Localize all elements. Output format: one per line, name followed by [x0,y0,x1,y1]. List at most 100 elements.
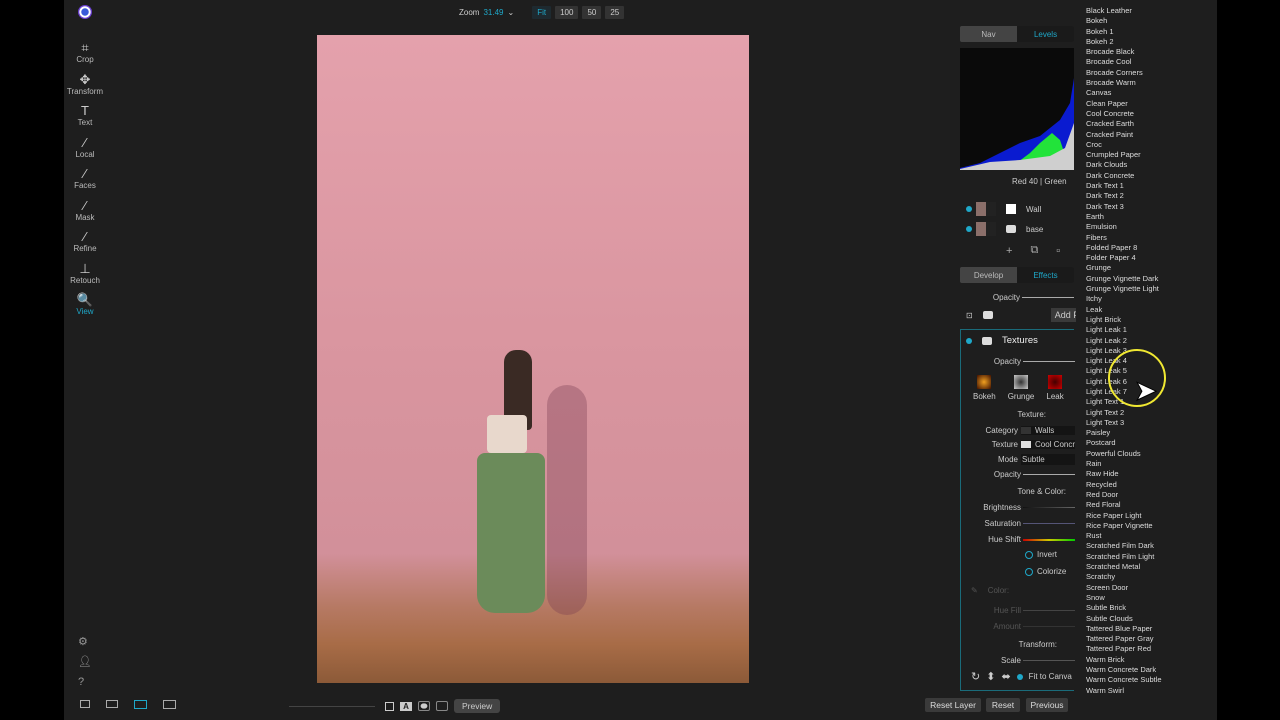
eyedropper-icon[interactable]: ✎ [971,586,978,595]
chevron-down-icon[interactable]: ⌄ [507,8,514,17]
textures-opacity-slider[interactable] [1023,361,1075,362]
compare-icon[interactable] [436,701,448,711]
dropdown-item[interactable]: Itchy [1076,294,1176,304]
single-panel-icon[interactable] [80,700,90,708]
app-logo[interactable] [78,5,92,19]
dropdown-item[interactable]: Leak [1076,305,1176,315]
texture-select[interactable]: Cool Concr [1021,440,1075,449]
dropdown-item[interactable]: Earth [1076,212,1176,222]
scale-slider[interactable] [1023,660,1075,661]
dropdown-item[interactable]: Recycled [1076,480,1176,490]
dropdown-item[interactable]: Canvas [1076,88,1176,98]
flip-horizontal-icon[interactable]: ⬌ [1001,670,1010,683]
tool-mask[interactable]: ⁄ Mask [64,198,106,222]
layer-visibility-toggle[interactable] [966,226,972,232]
flip-vertical-icon[interactable]: ⬍ [986,670,995,683]
dropdown-item[interactable]: Snow [1076,593,1176,603]
zoom-100-button[interactable]: 100 [555,5,579,19]
dropdown-item[interactable]: Cracked Earth [1076,119,1176,129]
dropdown-item[interactable]: Light Brick [1076,315,1176,325]
dropdown-item[interactable]: Paisley [1076,428,1176,438]
tool-transform[interactable]: ✥ Transform [64,72,106,96]
tool-retouch[interactable]: ⊥ Retouch [64,261,106,285]
add-layer-icon[interactable]: + [1006,245,1012,257]
amount-slider[interactable] [1023,626,1075,627]
rotate-icon[interactable]: ↻ [971,670,980,683]
dropdown-item[interactable]: Brocade Corners [1076,68,1176,78]
photo-canvas[interactable] [317,35,749,683]
filmstrip-icon[interactable] [106,700,118,708]
tab-nav[interactable]: Nav [960,26,1017,42]
dropdown-item[interactable]: Brocade Warm [1076,78,1176,88]
dropdown-item[interactable]: Warm Concrete Dark [1076,665,1176,675]
dropdown-item[interactable]: Brocade Cool [1076,57,1176,67]
tool-faces[interactable]: ⁄ Faces [64,167,106,191]
filter-enable-toggle[interactable] [966,337,972,344]
dropdown-item[interactable]: Warm Concrete Subtle [1076,675,1176,685]
dropdown-item[interactable]: Folded Paper 8 [1076,243,1176,253]
dropdown-item[interactable]: Scratched Film Light [1076,552,1176,562]
mask-icon[interactable] [982,311,993,319]
dropdown-item[interactable]: Rain [1076,459,1176,469]
tool-crop[interactable]: ⌗ Crop [64,41,106,65]
tab-levels[interactable]: Levels [1017,26,1074,42]
dropdown-item[interactable]: Folder Paper 4 [1076,253,1176,263]
dropdown-item[interactable]: Screen Door [1076,583,1176,593]
grid-view-icon[interactable] [134,700,147,709]
duplicate-layer-icon[interactable]: ⧉ [1030,244,1038,257]
invert-toggle[interactable]: Invert [1025,550,1057,559]
dropdown-item[interactable]: Cracked Paint [1076,130,1176,140]
dropdown-item[interactable]: Dark Text 2 [1076,191,1176,201]
dropdown-item[interactable]: Light Text 2 [1076,408,1176,418]
dropdown-item[interactable]: Postcard [1076,438,1176,448]
extensions-icon[interactable]: ⚙ [78,632,92,652]
tool-text[interactable]: T Text [64,104,106,128]
tab-develop[interactable]: Develop [960,267,1017,283]
zoom-25-button[interactable]: 25 [605,5,625,19]
dropdown-item[interactable]: Subtle Brick [1076,603,1176,613]
dropdown-item[interactable]: Rust [1076,531,1176,541]
layer-visibility-toggle[interactable] [966,206,972,212]
dropdown-item[interactable]: Dark Text 1 [1076,181,1176,191]
tool-view[interactable]: 🔍 View [64,293,106,317]
dropdown-item[interactable]: Light Text 3 [1076,418,1176,428]
dropdown-item[interactable]: Red Floral [1076,500,1176,510]
preset-grunge[interactable]: Grunge [1008,375,1034,401]
tool-refine[interactable]: ⁄ Refine [64,230,106,254]
preset-bokeh[interactable]: Bokeh [973,375,996,401]
dropdown-item[interactable]: Subtle Clouds [1076,614,1176,624]
square-icon[interactable] [385,701,394,711]
texture-opacity-slider[interactable] [1023,474,1075,475]
category-select[interactable]: Walls [1021,426,1075,435]
textures-header[interactable]: Textures [966,335,1038,346]
fit-to-canvas-toggle[interactable] [1016,673,1023,680]
brightness-slider[interactable] [1023,507,1075,508]
dropdown-item[interactable]: Crumpled Paper [1076,150,1176,160]
account-icon[interactable]: 👤︎ [78,652,92,672]
dropdown-item[interactable]: Rice Paper Light [1076,511,1176,521]
zoom-fit-button[interactable]: Fit [532,5,552,19]
previous-button[interactable]: Previous [1026,698,1068,712]
dropdown-item[interactable]: Scratched Metal [1076,562,1176,572]
dropdown-item[interactable]: Black Leather [1076,6,1176,16]
dropdown-item[interactable]: Croc [1076,140,1176,150]
dropdown-item[interactable]: Bokeh 1 [1076,27,1176,37]
dropdown-item[interactable]: Warm Brick [1076,655,1176,665]
colorize-toggle[interactable]: Colorize [1025,567,1066,576]
dropdown-item[interactable]: Dark Concrete [1076,171,1176,181]
dropdown-item[interactable]: Brocade Black [1076,47,1176,57]
delete-layer-icon[interactable]: ▫ [1056,245,1060,257]
dropdown-item[interactable]: Powerful Clouds [1076,449,1176,459]
reset-button[interactable]: Reset [986,698,1020,712]
dropdown-item[interactable]: Tattered Paper Red [1076,644,1176,654]
opacity-slider[interactable] [1022,297,1074,298]
text-overlay-icon[interactable]: A [400,701,412,711]
compare-view-icon[interactable] [163,700,176,709]
dropdown-item[interactable]: Warm Swirl [1076,686,1176,696]
dropdown-item[interactable]: Dark Clouds [1076,160,1176,170]
zoom-slider[interactable] [289,705,375,707]
tool-local[interactable]: ⁄ Local [64,135,106,159]
dropdown-item[interactable]: Tattered Blue Paper [1076,624,1176,634]
save-preset-icon[interactable]: ⊡ [966,311,973,320]
hue-shift-slider[interactable] [1023,539,1075,541]
